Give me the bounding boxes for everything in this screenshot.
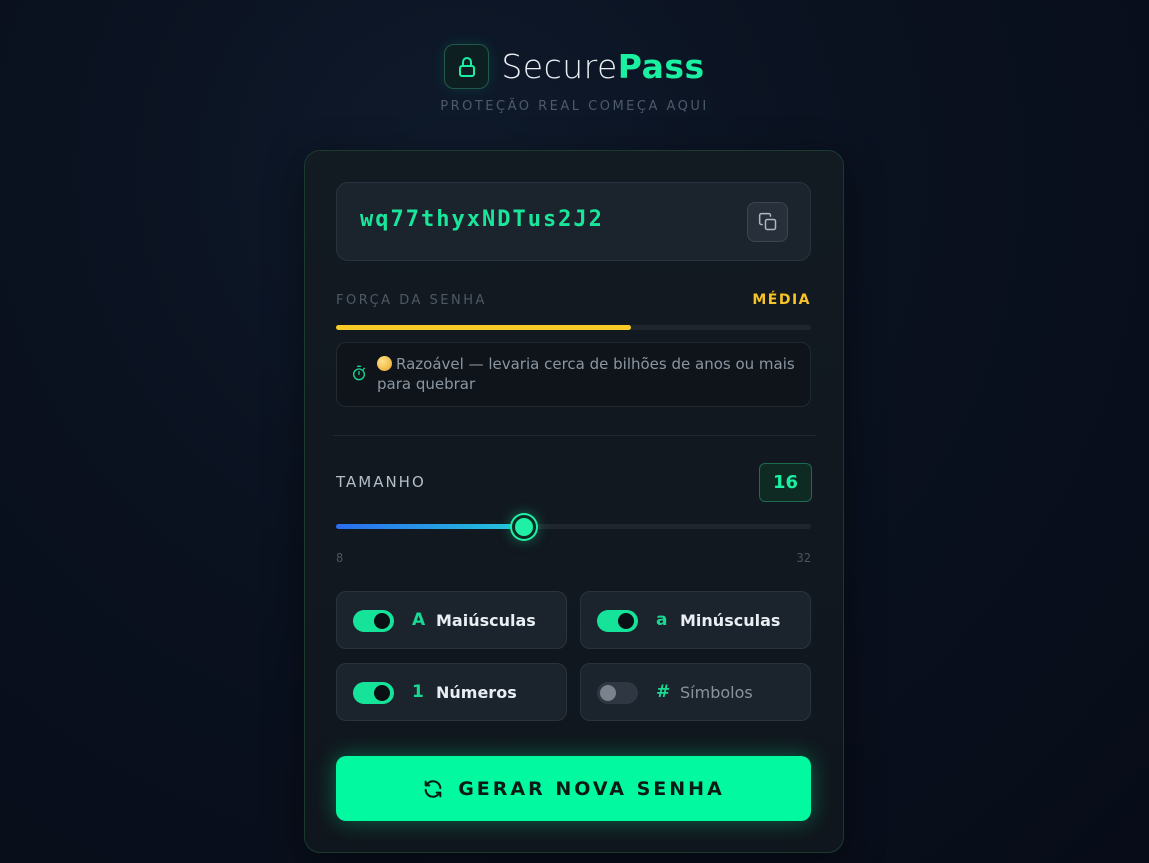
toggle-knob bbox=[600, 685, 616, 701]
crack-time-message: Razoável — levaria cerca de bilhões de a… bbox=[377, 355, 795, 393]
strength-meter-fill bbox=[336, 325, 631, 330]
generate-button-label: GERAR NOVA SENHA bbox=[458, 777, 725, 800]
length-min-label: 8 bbox=[336, 551, 344, 565]
copy-button[interactable] bbox=[747, 202, 788, 242]
refresh-icon bbox=[424, 779, 442, 798]
app-header: SecurePass PROTEÇÃO REAL COMEÇA AQUI bbox=[0, 44, 1149, 114]
lowercase-toggle[interactable] bbox=[597, 610, 638, 632]
option-uppercase[interactable]: A Maiúsculas bbox=[336, 591, 567, 649]
lock-icon bbox=[458, 56, 475, 77]
toggle-knob bbox=[374, 685, 390, 701]
lowercase-glyph: a bbox=[656, 610, 668, 630]
symbols-label: Símbolos bbox=[680, 683, 753, 702]
crack-time-text: Razoável — levaria cerca de bilhões de a… bbox=[377, 354, 795, 394]
lowercase-label: Minúsculas bbox=[680, 611, 781, 630]
option-lowercase[interactable]: a Minúsculas bbox=[580, 591, 811, 649]
app-title: SecurePass bbox=[501, 47, 704, 86]
divider bbox=[333, 435, 816, 436]
option-numbers[interactable]: 1 Números bbox=[336, 663, 567, 721]
length-slider-thumb[interactable] bbox=[512, 515, 537, 539]
length-slider-fill bbox=[336, 524, 525, 529]
password-display: wq77thyxNDTus2J2 bbox=[336, 182, 811, 261]
numbers-glyph: 1 bbox=[412, 682, 424, 702]
option-symbols[interactable]: # Símbolos bbox=[580, 663, 811, 721]
brand-name-part2: Pass bbox=[617, 47, 705, 86]
length-slider-track[interactable] bbox=[336, 524, 811, 529]
symbols-glyph: # bbox=[656, 682, 671, 702]
generator-card: wq77thyxNDTus2J2 FORÇA DA SENHA MÉDIA Ra… bbox=[304, 150, 844, 853]
crack-time-estimate: Razoável — levaria cerca de bilhões de a… bbox=[336, 342, 811, 407]
uppercase-toggle[interactable] bbox=[353, 610, 394, 632]
length-label: TAMANHO bbox=[336, 473, 426, 491]
numbers-label: Números bbox=[436, 683, 517, 702]
yellow-circle-icon bbox=[377, 356, 392, 371]
strength-value: MÉDIA bbox=[752, 292, 811, 308]
generated-password[interactable]: wq77thyxNDTus2J2 bbox=[360, 207, 604, 232]
strength-label: FORÇA DA SENHA bbox=[336, 293, 487, 308]
tagline: PROTEÇÃO REAL COMEÇA AQUI bbox=[440, 99, 709, 114]
strength-meter bbox=[336, 325, 811, 330]
strength-header: FORÇA DA SENHA MÉDIA bbox=[336, 291, 811, 311]
length-max-label: 32 bbox=[796, 551, 811, 565]
brand: SecurePass bbox=[444, 44, 704, 89]
symbols-toggle[interactable] bbox=[597, 682, 638, 704]
copy-icon bbox=[758, 212, 776, 231]
generate-password-button[interactable]: GERAR NOVA SENHA bbox=[336, 756, 811, 821]
logo bbox=[444, 44, 490, 89]
stopwatch-icon bbox=[353, 365, 365, 381]
toggle-knob bbox=[374, 613, 390, 629]
brand-name-part1: Secure bbox=[501, 47, 618, 86]
toggle-knob bbox=[618, 613, 634, 629]
numbers-toggle[interactable] bbox=[353, 682, 394, 704]
length-value-badge: 16 bbox=[759, 463, 812, 502]
uppercase-label: Maiúsculas bbox=[436, 611, 536, 630]
uppercase-glyph: A bbox=[412, 610, 426, 630]
